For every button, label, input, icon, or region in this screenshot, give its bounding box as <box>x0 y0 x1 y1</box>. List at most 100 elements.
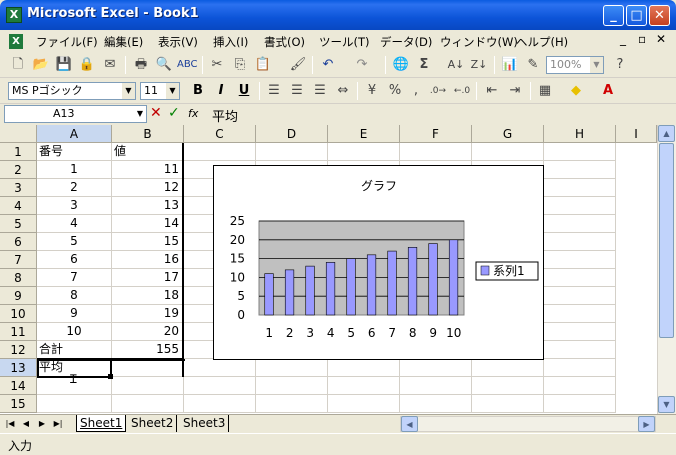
cell[interactable]: 20 <box>112 323 184 341</box>
comma-style-icon[interactable]: , <box>406 81 426 101</box>
bold-button[interactable]: B <box>188 81 208 101</box>
excel-icon[interactable]: X <box>6 7 22 23</box>
cell[interactable] <box>184 395 256 413</box>
fill-handle[interactable] <box>108 374 113 379</box>
print-preview-icon[interactable]: 🔍 <box>154 55 174 75</box>
prev-sheet-icon[interactable]: ◀ <box>20 417 32 431</box>
cell[interactable] <box>400 143 472 161</box>
sheet-tab-2[interactable]: Sheet2 <box>128 415 178 432</box>
sort-ascending-icon[interactable]: A↓ <box>446 55 466 75</box>
bar[interactable] <box>284 269 295 316</box>
menu-format[interactable]: 書式(O) <box>264 34 305 50</box>
cell[interactable] <box>544 377 616 395</box>
indent-decrease-icon[interactable]: ⇤ <box>482 81 502 101</box>
cell[interactable]: 12 <box>112 179 184 197</box>
cell[interactable]: 10 <box>37 323 112 341</box>
row-header-7[interactable]: 7 <box>0 251 37 269</box>
cancel-entry-icon[interactable]: ✕ <box>150 105 162 121</box>
minimize-button[interactable]: _ <box>603 5 624 26</box>
cell[interactable] <box>544 341 616 359</box>
cell[interactable]: 1 <box>37 161 112 179</box>
cell[interactable]: 4 <box>37 215 112 233</box>
scroll-right-button[interactable]: ▶ <box>638 416 655 432</box>
menu-window[interactable]: ウィンドウ(W) <box>440 34 518 50</box>
column-header-g[interactable]: G <box>472 125 544 143</box>
cut-icon[interactable]: ✂ <box>207 55 227 75</box>
cell[interactable] <box>472 377 544 395</box>
row-header-4[interactable]: 4 <box>0 197 37 215</box>
align-center-icon[interactable]: ☰ <box>287 81 307 101</box>
row-header-1[interactable]: 1 <box>0 143 37 161</box>
underline-button[interactable]: U <box>234 81 254 101</box>
cell[interactable] <box>328 359 400 377</box>
cell[interactable] <box>472 143 544 161</box>
row-header-2[interactable]: 2 <box>0 161 37 179</box>
cell[interactable]: 155 <box>112 341 184 359</box>
cell[interactable] <box>112 395 184 413</box>
cell[interactable]: 13 <box>112 197 184 215</box>
enter-check-icon[interactable]: ✓ <box>168 105 180 121</box>
cell[interactable] <box>328 377 400 395</box>
cell[interactable] <box>544 143 616 161</box>
bar[interactable] <box>366 254 377 316</box>
row-header-10[interactable]: 10 <box>0 305 37 323</box>
row-header-8[interactable]: 8 <box>0 269 37 287</box>
column-header-b[interactable]: B <box>112 125 184 143</box>
close-button[interactable]: ✕ <box>649 5 670 26</box>
bar[interactable] <box>407 247 418 316</box>
borders-icon[interactable]: ▦ <box>535 81 555 101</box>
menu-file[interactable]: ファイル(F) <box>36 34 98 50</box>
scroll-left-button[interactable]: ◀ <box>401 416 418 432</box>
worksheet-grid[interactable]: ABCDEFGHI 1 2 3 4 5 6 7 8 9 10 11 12 13 14 15 番号値 1 11 2 1… <box>0 125 657 414</box>
insert-function-icon[interactable]: fx <box>188 107 198 120</box>
doc-minimize-button[interactable]: _ <box>620 32 626 46</box>
cell[interactable] <box>112 377 184 395</box>
format-painter-icon[interactable]: 🖌 <box>288 55 308 75</box>
cell[interactable] <box>400 395 472 413</box>
cell[interactable] <box>544 269 616 287</box>
row-header-13[interactable]: 13 <box>0 359 37 377</box>
bar[interactable] <box>448 239 459 316</box>
scroll-up-button[interactable]: ▲ <box>658 125 675 142</box>
column-header-d[interactable]: D <box>256 125 328 143</box>
row-header-9[interactable]: 9 <box>0 287 37 305</box>
menu-data[interactable]: データ(D) <box>380 34 432 50</box>
cell[interactable] <box>256 359 328 377</box>
name-box[interactable]: A13 ▼ <box>4 105 147 123</box>
cell[interactable]: 14 <box>112 215 184 233</box>
cell[interactable] <box>544 287 616 305</box>
doc-close-button[interactable]: ✕ <box>656 32 666 46</box>
cell[interactable] <box>544 359 616 377</box>
cell[interactable]: 値 <box>112 143 184 161</box>
row-header-6[interactable]: 6 <box>0 233 37 251</box>
row-header-15[interactable]: 15 <box>0 395 37 413</box>
cell[interactable] <box>400 359 472 377</box>
doc-restore-button[interactable]: ▫ <box>638 32 646 46</box>
zoom-select[interactable]: 100% ▼ <box>546 56 604 74</box>
column-header-h[interactable]: H <box>544 125 616 143</box>
chart-wizard-icon[interactable]: 📊 <box>500 55 520 75</box>
cell[interactable]: 16 <box>112 251 184 269</box>
cell[interactable] <box>328 395 400 413</box>
scroll-down-button[interactable]: ▼ <box>658 396 675 413</box>
cell[interactable] <box>544 161 616 179</box>
open-icon[interactable]: 📂 <box>31 55 51 75</box>
italic-button[interactable]: I <box>211 81 231 101</box>
menu-help[interactable]: ヘルプ(H) <box>516 34 568 50</box>
sheet-tab-1[interactable]: Sheet1 <box>76 415 127 432</box>
row-header-3[interactable]: 3 <box>0 179 37 197</box>
cell[interactable] <box>544 179 616 197</box>
cell[interactable] <box>328 143 400 161</box>
decrease-decimal-icon[interactable]: ←.0 <box>452 81 472 101</box>
new-icon[interactable]: 🗋 <box>8 55 28 75</box>
hyperlink-icon[interactable]: 🌐 <box>391 55 411 75</box>
cell[interactable] <box>544 251 616 269</box>
autosum-icon[interactable]: Σ <box>414 55 434 75</box>
percent-icon[interactable]: % <box>385 81 405 101</box>
cell[interactable] <box>472 395 544 413</box>
bar[interactable] <box>428 243 438 316</box>
increase-decimal-icon[interactable]: .0→ <box>428 81 448 101</box>
bar[interactable] <box>305 265 315 316</box>
cell[interactable] <box>544 215 616 233</box>
merge-center-icon[interactable]: ⇔ <box>333 81 353 101</box>
